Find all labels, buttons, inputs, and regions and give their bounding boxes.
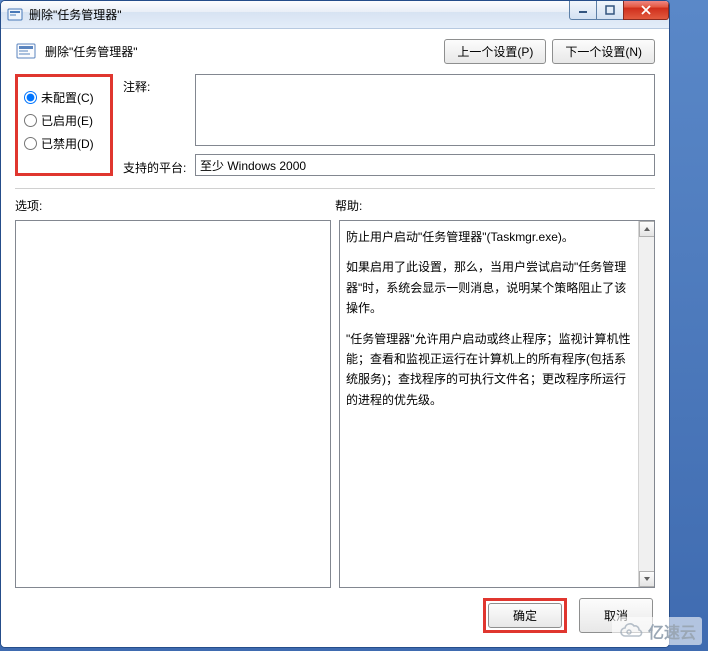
titlebar[interactable]: 删除"任务管理器" (1, 1, 669, 29)
ok-highlight: 确定 (483, 598, 567, 633)
help-scrollbar[interactable] (638, 221, 654, 587)
next-setting-button[interactable]: 下一个设置(N) (552, 39, 655, 64)
scroll-down-button[interactable] (639, 571, 655, 587)
help-paragraph-3: "任务管理器"允许用户启动或终止程序；监视计算机性能；查看和监视正运行在计算机上… (346, 329, 634, 411)
previous-setting-button[interactable]: 上一个设置(P) (444, 39, 546, 64)
state-radio-group: 未配置(C) 已启用(E) 已禁用(D) (15, 74, 113, 176)
header-row: 删除"任务管理器" 上一个设置(P) 下一个设置(N) (15, 39, 655, 64)
minimize-button[interactable] (569, 0, 597, 20)
help-paragraph-2: 如果启用了此设置，那么，当用户尝试启动"任务管理器"时，系统会显示一则消息，说明… (346, 257, 634, 318)
radio-disabled-input[interactable] (24, 137, 37, 150)
radio-enabled-label: 已启用(E) (41, 112, 93, 129)
header-text: 删除"任务管理器" (45, 43, 138, 60)
platform-label: 支持的平台: (123, 155, 195, 176)
supported-platform-field (195, 154, 655, 176)
window-title: 删除"任务管理器" (29, 6, 122, 23)
dialog-footer: 确定 取消 (15, 588, 655, 637)
column-labels: 选项: 帮助: (15, 197, 655, 214)
help-column-label: 帮助: (335, 197, 655, 214)
radio-not-configured-input[interactable] (24, 91, 37, 104)
radio-not-configured[interactable]: 未配置(C) (24, 89, 104, 106)
watermark-text: 亿速云 (648, 619, 696, 643)
comment-row: 注释: (123, 74, 655, 146)
app-icon (7, 7, 23, 23)
maximize-button[interactable] (596, 0, 624, 20)
scroll-up-button[interactable] (639, 221, 655, 237)
fields-column: 注释: 支持的平台: (123, 74, 655, 176)
dialog-window: 删除"任务管理器" 删除"任务管理器" 上一个设置(P) 下一个设置(N) (0, 0, 670, 648)
comment-textarea[interactable] (195, 74, 655, 146)
radio-enabled-input[interactable] (24, 114, 37, 127)
cloud-icon (618, 622, 644, 640)
nav-buttons: 上一个设置(P) 下一个设置(N) (444, 39, 655, 64)
comment-label: 注释: (123, 74, 195, 146)
panes-row: 防止用户启动"任务管理器"(Taskmgr.exe)。 如果启用了此设置，那么，… (15, 220, 655, 588)
platform-row: 支持的平台: (123, 154, 655, 176)
close-button[interactable] (623, 0, 669, 20)
radio-not-configured-label: 未配置(C) (41, 89, 94, 106)
radio-enabled[interactable]: 已启用(E) (24, 112, 104, 129)
section-divider (15, 188, 655, 189)
window-controls (570, 0, 669, 20)
policy-icon (15, 41, 37, 63)
radio-disabled[interactable]: 已禁用(D) (24, 135, 104, 152)
client-area: 删除"任务管理器" 上一个设置(P) 下一个设置(N) 未配置(C) 已启用(E… (1, 29, 669, 647)
options-column-label: 选项: (15, 197, 335, 214)
ok-button[interactable]: 确定 (488, 603, 562, 628)
watermark: 亿速云 (612, 617, 702, 645)
radio-disabled-label: 已禁用(D) (41, 135, 94, 152)
options-pane (15, 220, 331, 588)
help-text: 防止用户启动"任务管理器"(Taskmgr.exe)。 如果启用了此设置，那么，… (340, 221, 654, 426)
help-paragraph-1: 防止用户启动"任务管理器"(Taskmgr.exe)。 (346, 227, 634, 247)
help-pane: 防止用户启动"任务管理器"(Taskmgr.exe)。 如果启用了此设置，那么，… (339, 220, 655, 588)
upper-section: 未配置(C) 已启用(E) 已禁用(D) 注释: 支持的平台: (15, 74, 655, 176)
